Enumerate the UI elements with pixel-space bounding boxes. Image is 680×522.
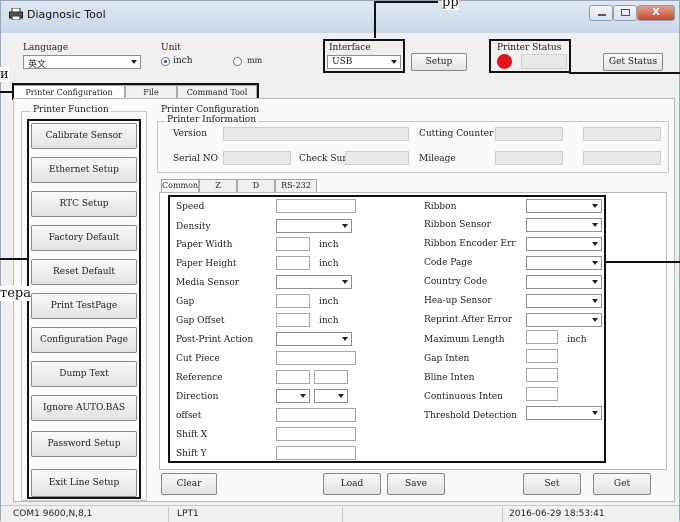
- external-text-top: pp: [442, 0, 459, 10]
- minimize-icon: [598, 14, 606, 16]
- minimize-button[interactable]: [589, 5, 613, 21]
- tab-rs232[interactable]: RS-232: [275, 179, 317, 192]
- language-select[interactable]: 英文: [23, 55, 141, 70]
- language-value: 英文: [28, 60, 47, 70]
- version-field: [223, 127, 409, 141]
- extra-info-field: [583, 127, 661, 141]
- unit-inch-radio[interactable]: [161, 57, 170, 66]
- callout-line-tabs: [0, 91, 12, 93]
- window-title: Diagnosic Tool: [27, 8, 106, 21]
- cutting-counter-field: [495, 127, 563, 141]
- unit-mm-radio[interactable]: [233, 57, 242, 66]
- close-icon: X: [652, 7, 660, 18]
- callout-line-settings: [604, 261, 680, 263]
- title-bar: Diagnosic Tool X: [1, 1, 679, 33]
- tab-z[interactable]: Z: [199, 179, 237, 192]
- status-empty: [343, 507, 503, 522]
- maximize-icon: [621, 9, 630, 16]
- callout-line-status: [569, 72, 680, 74]
- serial-no-label: Serial NO: [173, 154, 219, 164]
- interface-highlight: [323, 39, 405, 73]
- serial-no-field: [223, 151, 291, 165]
- close-button[interactable]: X: [637, 5, 675, 21]
- external-text-left-1: и: [0, 67, 9, 82]
- tab-d[interactable]: D: [237, 179, 275, 192]
- get-button[interactable]: Get: [593, 473, 651, 495]
- chevron-down-icon: [131, 60, 137, 64]
- function-buttons-highlight: [27, 119, 141, 499]
- set-button[interactable]: Set: [523, 473, 581, 495]
- unit-inch-label: inch: [173, 56, 193, 66]
- status-datetime: 2016-06-29 18:53:41: [509, 509, 605, 519]
- setup-button[interactable]: Setup: [411, 53, 467, 71]
- unit-mm-label: mm: [247, 56, 263, 65]
- status-lpt: LPT1: [173, 507, 343, 522]
- clear-button[interactable]: Clear: [161, 473, 217, 495]
- printer-configuration-label: Printer Configuration: [161, 105, 260, 115]
- app-window: Diagnosic Tool X Language 英文 Unit inch m…: [0, 0, 680, 522]
- printer-icon: [9, 8, 23, 20]
- printer-function-label: Printer Function: [31, 105, 111, 115]
- maximize-button[interactable]: [613, 5, 637, 21]
- check-sum-field: [345, 151, 409, 165]
- unit-label: Unit: [161, 43, 181, 53]
- tab-common[interactable]: Common: [161, 179, 199, 193]
- callout-line-interface: [374, 2, 376, 38]
- version-label: Version: [173, 129, 208, 139]
- load-button[interactable]: Load: [323, 473, 381, 495]
- printer-information-label: Printer Information: [165, 115, 259, 125]
- check-sum-label: Check Sum: [299, 154, 351, 164]
- status-highlight: [489, 39, 571, 73]
- extra-mileage-field: [583, 151, 661, 165]
- callout-line-functions: [0, 258, 27, 260]
- mileage-label: Mileage: [419, 154, 456, 164]
- status-port: COM1 9600,N,8,1: [9, 507, 169, 522]
- get-status-button[interactable]: Get Status: [603, 53, 663, 71]
- language-label: Language: [23, 43, 69, 53]
- callout-line-interface-top: [374, 1, 438, 3]
- settings-highlight: [168, 195, 606, 463]
- save-button[interactable]: Save: [387, 473, 445, 495]
- external-text-left-2: тера: [0, 286, 31, 301]
- cutting-counter-label: Cutting Counter: [419, 129, 494, 139]
- mileage-field: [495, 151, 563, 165]
